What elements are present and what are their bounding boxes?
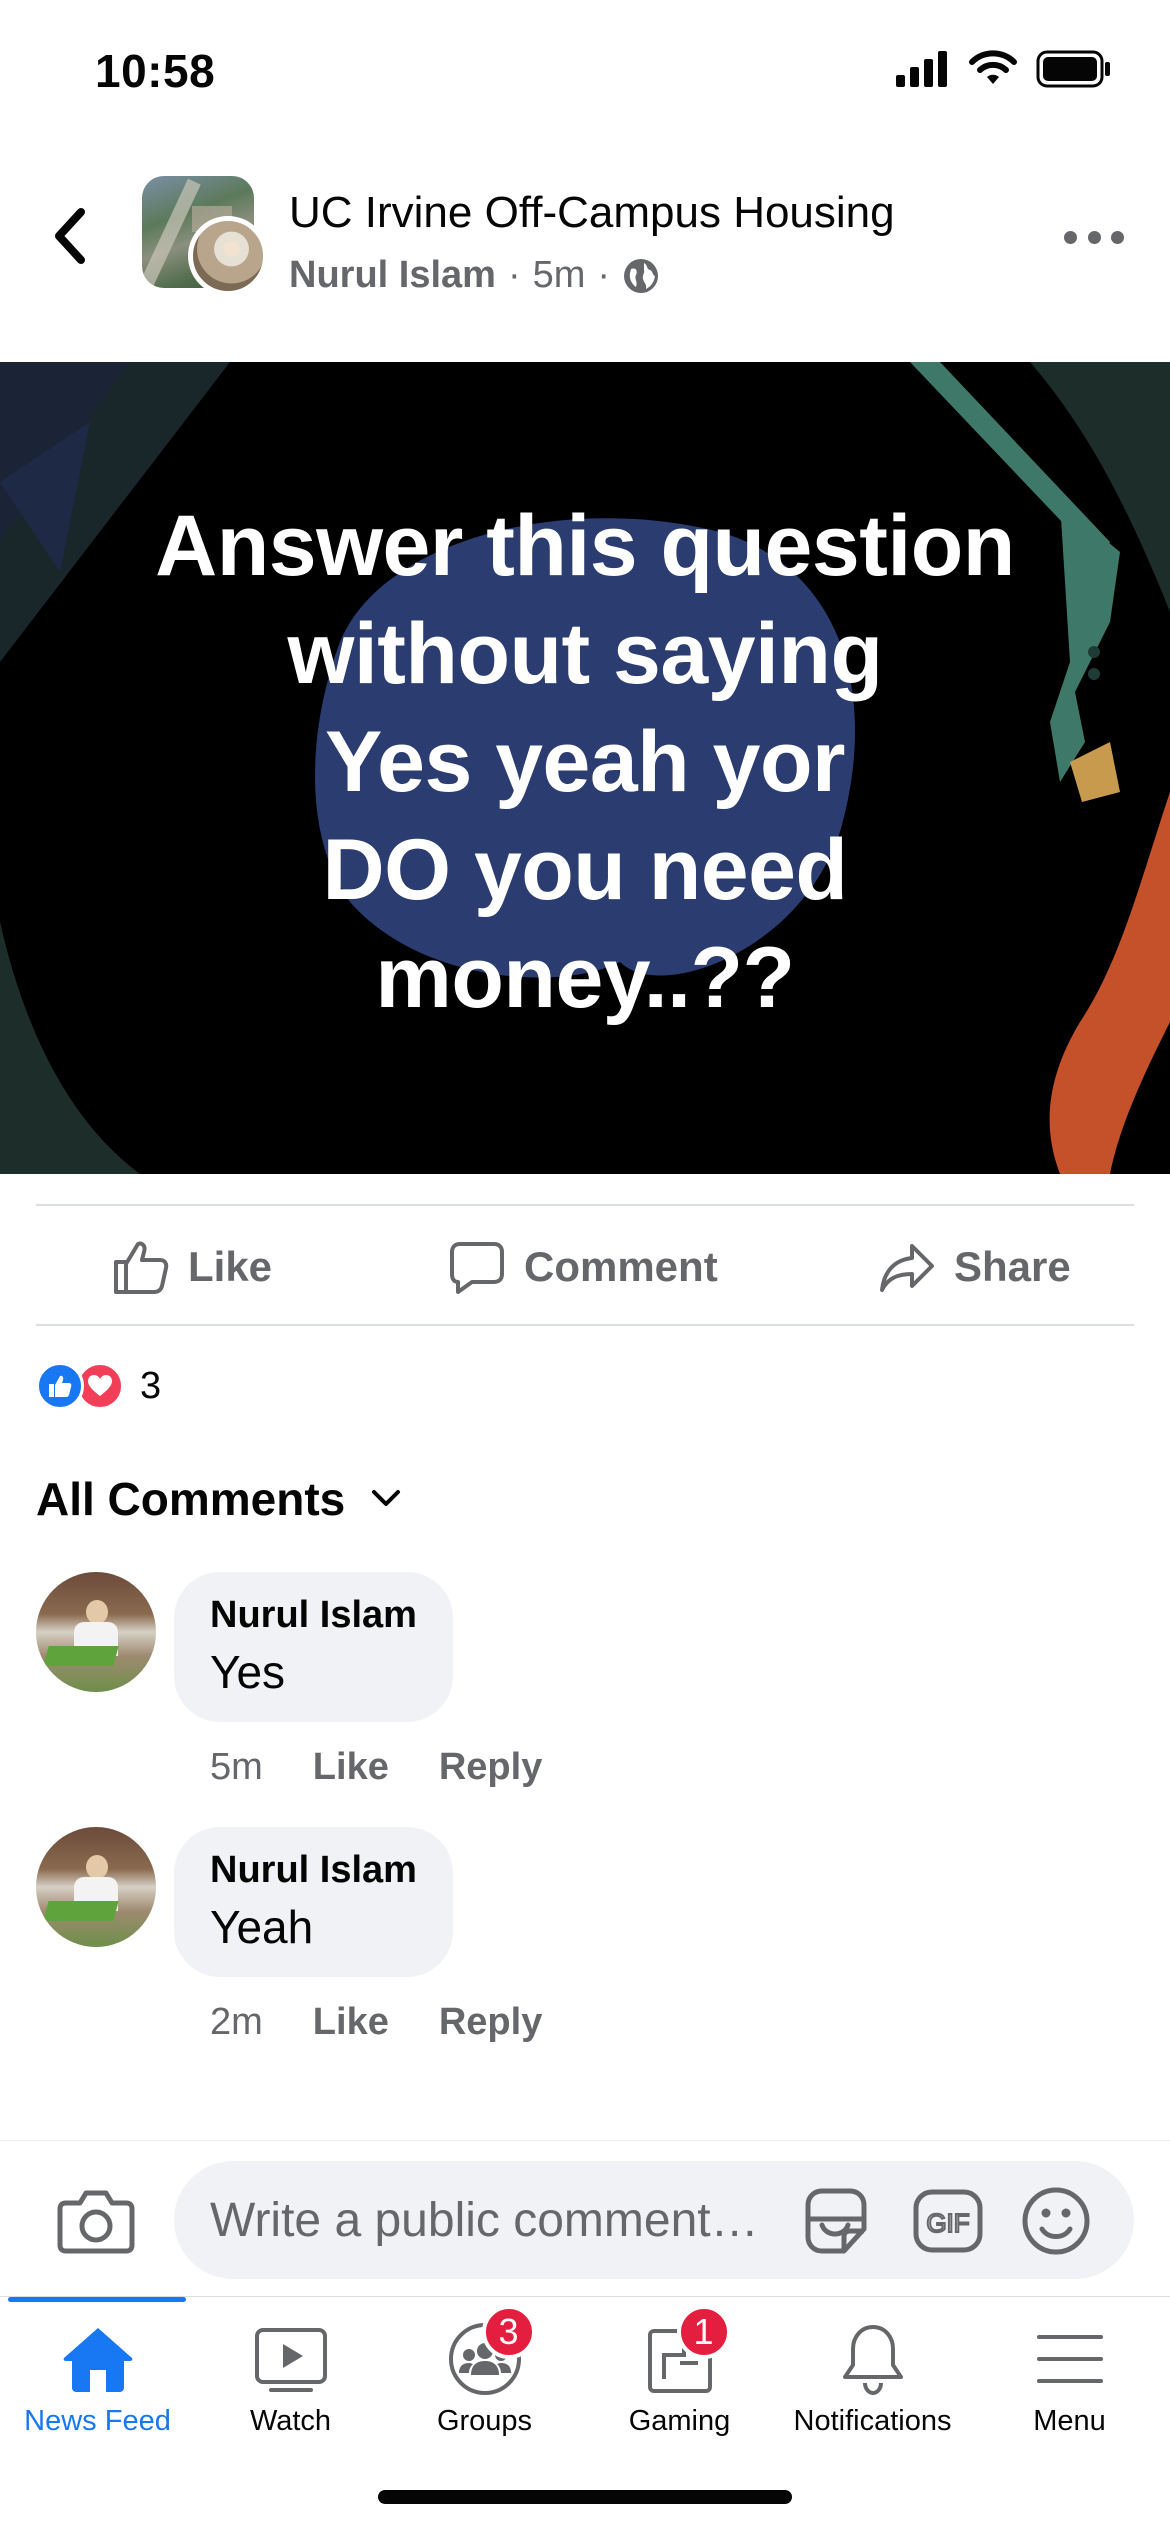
gaming-badge: 1 bbox=[676, 2305, 731, 2359]
smiley-icon bbox=[1022, 2187, 1090, 2255]
groups-badge: 3 bbox=[481, 2305, 536, 2359]
post-text-line: Yes yeah yor bbox=[325, 714, 845, 810]
post-time[interactable]: 5m bbox=[533, 254, 586, 297]
post-meta: Nurul Islam · 5m · bbox=[289, 254, 660, 297]
comment-like-button[interactable]: Like bbox=[313, 2001, 389, 2044]
comment-reply-button[interactable]: Reply bbox=[439, 2001, 542, 2044]
comment-composer: GIF bbox=[0, 2140, 1170, 2296]
comment-field[interactable]: GIF bbox=[174, 2161, 1134, 2279]
home-indicator bbox=[378, 2490, 792, 2504]
post-text-line: money..?? bbox=[375, 930, 795, 1026]
reaction-count: 3 bbox=[140, 1364, 162, 1407]
comment-author[interactable]: Nurul Islam bbox=[210, 1594, 417, 1637]
comment-time: 5m bbox=[210, 1746, 263, 1788]
camera-button[interactable] bbox=[56, 2187, 136, 2255]
tab-gaming[interactable]: 1 Gaming bbox=[582, 2305, 777, 2449]
divider bbox=[36, 1204, 1134, 1206]
tab-label: Menu bbox=[1033, 2405, 1106, 2437]
comment-label: Comment bbox=[524, 1243, 718, 1290]
share-arrow-icon bbox=[880, 1244, 934, 1292]
emoji-button[interactable] bbox=[1020, 2185, 1092, 2257]
comment-reply-button[interactable]: Reply bbox=[439, 1746, 542, 1789]
commenter-avatar[interactable] bbox=[36, 1572, 156, 1692]
tab-news-feed[interactable]: News Feed bbox=[0, 2319, 195, 2449]
chevron-left-icon bbox=[55, 208, 85, 264]
post-action-bar: Like Comment Share bbox=[0, 1208, 1170, 1326]
comment-bubble-icon bbox=[450, 1242, 504, 1294]
wifi-icon bbox=[969, 50, 1017, 84]
post-text-line: DO you need bbox=[322, 822, 848, 918]
post-text: Answer this question without saying Yes … bbox=[60, 492, 1110, 1032]
status-bar: 10:58 bbox=[0, 0, 1170, 140]
group-name[interactable]: UC Irvine Off-Campus Housing bbox=[289, 188, 895, 238]
like-label: Like bbox=[188, 1243, 273, 1290]
comment-author[interactable]: Nurul Islam bbox=[210, 1849, 417, 1892]
tab-groups[interactable]: 3 Groups bbox=[387, 2305, 582, 2449]
tab-label: Watch bbox=[249, 2405, 332, 2437]
divider bbox=[36, 1324, 1134, 1326]
meta-separator: · bbox=[507, 254, 521, 296]
status-icons bbox=[896, 50, 1112, 88]
tab-label: Groups bbox=[436, 2405, 533, 2437]
post-image[interactable]: Answer this question without saying Yes … bbox=[0, 362, 1170, 1174]
gif-text: GIF bbox=[926, 2208, 969, 2238]
bell-icon bbox=[842, 2325, 903, 2396]
thumbs-up-icon bbox=[114, 1241, 169, 1294]
tab-menu[interactable]: Menu bbox=[972, 2319, 1167, 2449]
like-reaction-icon bbox=[36, 1362, 84, 1410]
hamburger-menu-icon bbox=[1036, 2335, 1103, 2383]
post-header: UC Irvine Off-Campus Housing Nurul Islam… bbox=[0, 150, 1170, 360]
battery-icon bbox=[1036, 50, 1110, 88]
more-dot-icon bbox=[1111, 230, 1124, 244]
comment-text: Yeah bbox=[210, 1901, 314, 1953]
signal-icon bbox=[896, 51, 947, 87]
more-dot-icon bbox=[1064, 230, 1077, 244]
tab-label: Gaming bbox=[628, 2405, 731, 2437]
comment-item: Nurul Islam Yes 5m Like Reply bbox=[36, 1572, 1136, 1812]
comment-time: 2m bbox=[210, 2001, 263, 2043]
more-dot-icon bbox=[1087, 230, 1101, 244]
globe-icon bbox=[624, 258, 659, 293]
gif-button[interactable]: GIF bbox=[912, 2185, 984, 2257]
comment-button[interactable]: Comment bbox=[448, 1208, 718, 1326]
more-options-button[interactable] bbox=[1064, 222, 1124, 252]
comment-actions: 5m Like Reply bbox=[210, 1746, 542, 1789]
tab-watch[interactable]: Watch bbox=[193, 2319, 388, 2449]
sticker-button[interactable] bbox=[800, 2185, 872, 2257]
share-label: Share bbox=[954, 1243, 1071, 1290]
active-tab-indicator bbox=[8, 2297, 186, 2302]
like-button[interactable]: Like bbox=[112, 1208, 272, 1326]
comment-text: Yes bbox=[210, 1646, 286, 1698]
comment-actions: 2m Like Reply bbox=[210, 2001, 542, 2044]
comment-bubble[interactable]: Nurul Islam Yes bbox=[174, 1572, 453, 1722]
author-name[interactable]: Nurul Islam bbox=[289, 254, 496, 297]
comments-filter-dropdown[interactable]: All Comments bbox=[36, 1472, 401, 1526]
comment-like-button[interactable]: Like bbox=[313, 1746, 389, 1789]
comment-input[interactable] bbox=[210, 2161, 770, 2279]
gif-icon: GIF bbox=[913, 2189, 983, 2253]
post-text-line: without saying bbox=[287, 606, 884, 702]
watch-video-icon bbox=[254, 2328, 327, 2392]
author-avatar[interactable] bbox=[188, 216, 268, 296]
back-button[interactable] bbox=[44, 206, 94, 266]
commenter-avatar[interactable] bbox=[36, 1827, 156, 1947]
comments-filter-label: All Comments bbox=[36, 1473, 346, 1525]
comment-bubble[interactable]: Nurul Islam Yeah bbox=[174, 1827, 453, 1977]
chevron-down-icon bbox=[372, 1490, 401, 1506]
tab-notifications[interactable]: Notifications bbox=[775, 2319, 970, 2449]
home-icon bbox=[63, 2328, 132, 2392]
post-text-line: Answer this question bbox=[155, 498, 1015, 594]
camera-icon bbox=[57, 2190, 135, 2254]
meta-separator: · bbox=[597, 254, 611, 296]
reactions-summary[interactable]: 3 bbox=[36, 1362, 161, 1410]
tab-label: Notifications bbox=[793, 2405, 952, 2437]
status-time: 10:58 bbox=[95, 45, 216, 97]
sticker-icon bbox=[805, 2188, 867, 2254]
tab-label: News Feed bbox=[24, 2405, 171, 2437]
share-button[interactable]: Share bbox=[878, 1208, 1071, 1326]
comment-item: Nurul Islam Yeah 2m Like Reply bbox=[36, 1827, 1136, 2067]
